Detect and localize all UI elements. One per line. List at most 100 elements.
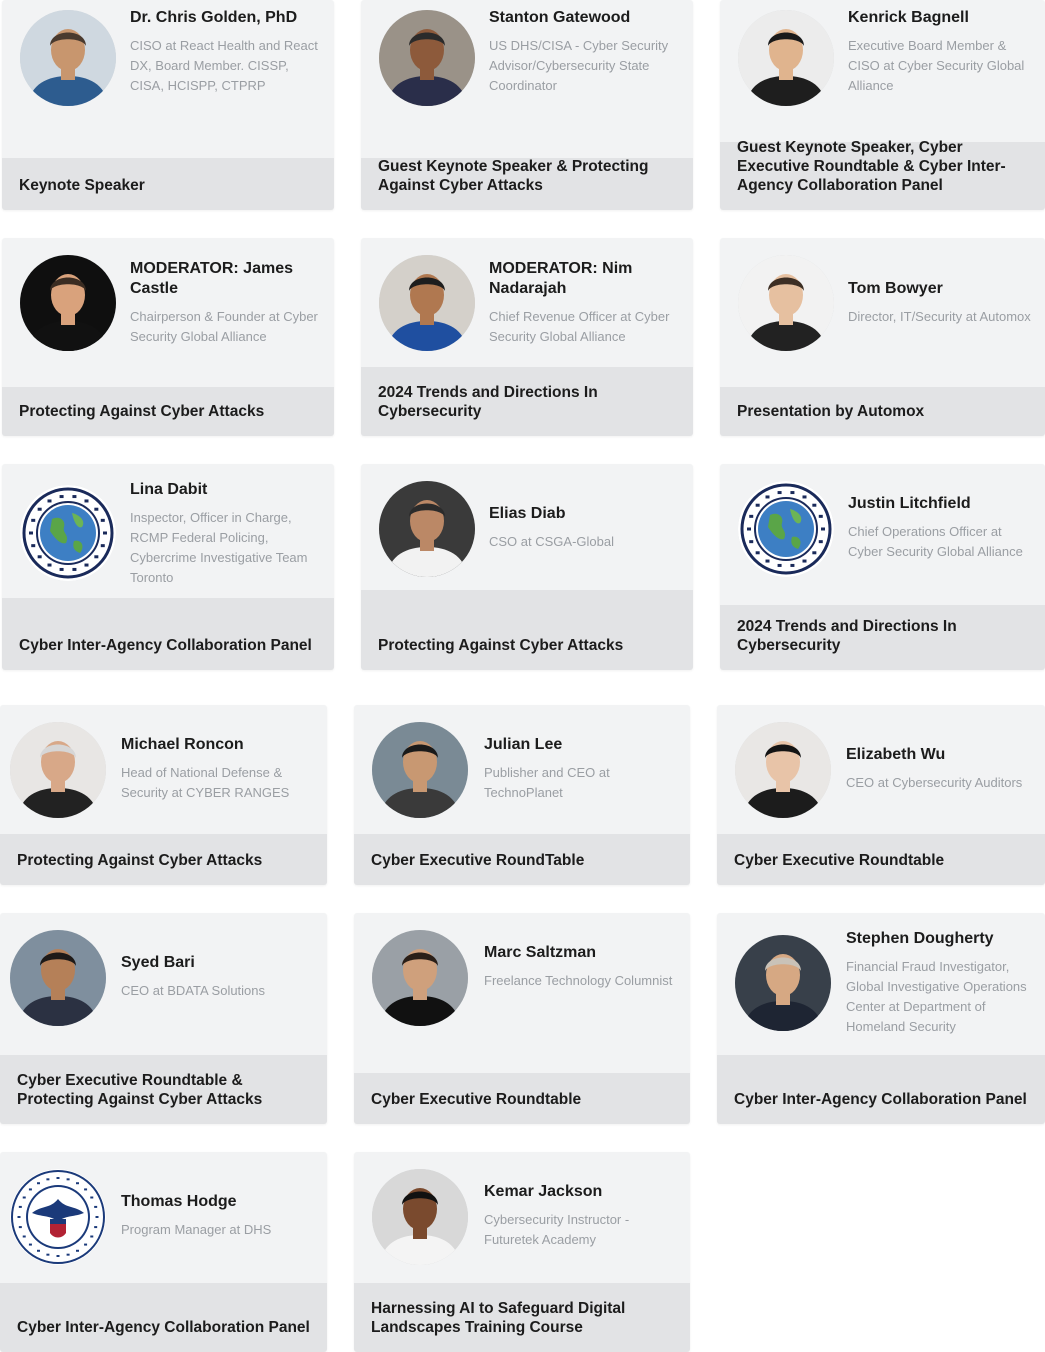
speaker-title: US DHS/CISA - Cyber Security Advisor/Cyb… — [489, 38, 669, 93]
speaker-card[interactable]: Thomas Hodge Program Manager at DHS Cyber … — [0, 1152, 327, 1352]
speaker-name: Dr. Chris Golden, PhD — [130, 9, 298, 26]
speaker-name: Thomas Hodge — [121, 1193, 237, 1210]
speaker-name: Stephen Dougherty — [846, 930, 994, 947]
session-title: Cyber Inter-Agency Collaboration Panel — [734, 1091, 1027, 1108]
session-footer: Guest Keynote Speaker & Protecting Again… — [361, 158, 693, 210]
speaker-avatar — [738, 481, 834, 577]
speaker-card[interactable]: MODERATOR: Nim Nadarajah Chief Revenue Of… — [361, 238, 693, 436]
speaker-info: Michael Roncon Head of National Defense &… — [121, 735, 319, 803]
speaker-card[interactable]: Lina Dabit Inspector, Officer in Charge, … — [2, 464, 334, 670]
session-title: Keynote Speaker — [19, 177, 145, 194]
session-footer: Protecting Against Cyber Attacks — [361, 590, 693, 670]
speaker-title: Inspector, Officer in Charge, RCMP Feder… — [130, 510, 308, 585]
speaker-card[interactable]: Kenrick Bagnell Executive Board Member & … — [720, 0, 1045, 210]
session-title: Cyber Inter-Agency Collaboration Panel — [19, 637, 312, 654]
speaker-avatar — [735, 722, 831, 818]
session-footer: 2024 Trends and Directions In Cybersecur… — [361, 367, 693, 436]
speaker-card[interactable]: Justin Litchfield Chief Operations Office… — [720, 464, 1045, 670]
session-footer: Guest Keynote Speaker, Cyber Executive R… — [720, 139, 1045, 210]
speaker-info: Kenrick Bagnell Executive Board Member & … — [848, 8, 1037, 96]
session-title: Guest Keynote Speaker, Cyber Executive R… — [737, 139, 1006, 194]
speaker-info: MODERATOR: Nim Nadarajah Chief Revenue Of… — [489, 259, 685, 347]
speaker-title: Publisher and CEO at TechnoPlanet — [484, 765, 610, 800]
person-photo-icon — [20, 10, 116, 106]
speaker-avatar — [738, 255, 834, 351]
speaker-info: Kemar Jackson Cybersecurity Instructor - … — [484, 1182, 682, 1250]
session-footer: Cyber Executive RoundTable — [354, 834, 690, 885]
session-footer: Cyber Inter-Agency Collaboration Panel — [0, 1283, 327, 1352]
speaker-name: Justin Litchfield — [848, 495, 971, 512]
speaker-title: CEO at Cybersecurity Auditors — [846, 775, 1023, 790]
session-footer: Cyber Executive Roundtable — [354, 1073, 690, 1124]
speaker-name: MODERATOR: James Castle — [130, 260, 293, 297]
speaker-card[interactable]: Stephen Dougherty Financial Fraud Investi… — [717, 913, 1045, 1124]
speaker-avatar — [20, 255, 116, 351]
speaker-title: Program Manager at DHS — [121, 1222, 272, 1237]
speaker-card[interactable]: Tom Bowyer Director, IT/Security at Autom… — [720, 238, 1045, 436]
dhs-seal-icon — [10, 1169, 106, 1265]
session-title: Guest Keynote Speaker & Protecting Again… — [378, 158, 649, 194]
speaker-card[interactable]: Syed Bari CEO at BDATA Solutions Cyber Exe… — [0, 913, 327, 1124]
speaker-info: Thomas Hodge Program Manager at DHS — [121, 1192, 319, 1240]
speaker-title: Chairperson & Founder at Cyber Security … — [130, 309, 318, 344]
speaker-name: MODERATOR: Nim Nadarajah — [489, 260, 633, 297]
speaker-name: Kenrick Bagnell — [848, 9, 969, 26]
person-photo-icon — [379, 10, 475, 106]
speaker-name: Elizabeth Wu — [846, 746, 946, 763]
session-footer: Cyber Inter-Agency Collaboration Panel — [717, 1055, 1045, 1124]
speaker-title: Executive Board Member & CISO at Cyber S… — [848, 38, 1025, 93]
speaker-avatar — [379, 255, 475, 351]
speaker-avatar — [372, 722, 468, 818]
speaker-card[interactable]: Elias Diab CSO at CSGA-Global Protecting A… — [361, 464, 693, 670]
session-footer: Harnessing AI to Safeguard Digital Lands… — [354, 1283, 690, 1352]
speaker-card[interactable]: MODERATOR: James Castle Chairperson & Fou… — [2, 238, 334, 436]
speaker-card[interactable]: Julian Lee Publisher and CEO at TechnoPla… — [354, 705, 690, 885]
speaker-card[interactable]: Marc Saltzman Freelance Technology Column… — [354, 913, 690, 1124]
person-photo-icon — [379, 255, 475, 351]
speaker-card[interactable]: Kemar Jackson Cybersecurity Instructor - … — [354, 1152, 690, 1352]
speaker-info: Stanton Gatewood US DHS/CISA - Cyber Secu… — [489, 8, 685, 96]
person-photo-icon — [379, 481, 475, 577]
speaker-title: CISO at React Health and React DX, Board… — [130, 38, 318, 93]
speaker-info: Tom Bowyer Director, IT/Security at Autom… — [848, 279, 1037, 327]
session-footer: Cyber Executive Roundtable — [717, 834, 1045, 885]
speaker-avatar — [20, 10, 116, 106]
speaker-title: Chief Revenue Officer at Cyber Security … — [489, 309, 670, 344]
session-title: Cyber Executive Roundtable & Protecting … — [17, 1072, 263, 1108]
person-photo-icon — [372, 722, 468, 818]
speaker-title: Financial Fraud Investigator, Global Inv… — [846, 959, 1027, 1034]
speaker-info: Syed Bari CEO at BDATA Solutions — [121, 953, 319, 1001]
speaker-name: Tom Bowyer — [848, 280, 943, 297]
speaker-avatar — [372, 1169, 468, 1265]
speaker-card[interactable]: Stanton Gatewood US DHS/CISA - Cyber Secu… — [361, 0, 693, 210]
person-photo-icon — [372, 930, 468, 1026]
speaker-name: Syed Bari — [121, 954, 195, 971]
speaker-avatar — [738, 10, 834, 106]
speaker-name: Julian Lee — [484, 736, 563, 753]
speaker-title: Chief Operations Officer at Cyber Securi… — [848, 524, 1023, 559]
speaker-card[interactable]: Michael Roncon Head of National Defense &… — [0, 705, 327, 885]
speaker-avatar — [735, 935, 831, 1031]
session-title: Harnessing AI to Safeguard Digital Lands… — [371, 1300, 626, 1336]
session-footer: Keynote Speaker — [2, 158, 334, 210]
speaker-avatar — [10, 1169, 106, 1265]
speaker-avatar — [379, 481, 475, 577]
speaker-name: Stanton Gatewood — [489, 9, 631, 26]
person-photo-icon — [10, 722, 106, 818]
session-title: Protecting Against Cyber Attacks — [19, 403, 265, 420]
speaker-title: CEO at BDATA Solutions — [121, 983, 266, 998]
speaker-avatar — [20, 485, 116, 581]
speaker-info: MODERATOR: James Castle Chairperson & Fou… — [130, 259, 326, 347]
speaker-title: CSO at CSGA-Global — [489, 534, 614, 549]
speaker-avatar — [379, 10, 475, 106]
session-footer: Presentation by Automox — [720, 387, 1045, 436]
session-title: Cyber Executive RoundTable — [371, 852, 585, 869]
speaker-card[interactable]: Elizabeth Wu CEO at Cybersecurity Auditor… — [717, 705, 1045, 885]
session-footer: Protecting Against Cyber Attacks — [2, 387, 334, 436]
speaker-name: Marc Saltzman — [484, 944, 597, 961]
person-photo-icon — [735, 722, 831, 818]
speaker-card[interactable]: Dr. Chris Golden, PhD CISO at React Healt… — [2, 0, 334, 210]
person-photo-icon — [372, 1169, 468, 1265]
session-footer: 2024 Trends and Directions In Cybersecur… — [720, 605, 1045, 670]
speaker-name: Elias Diab — [489, 505, 566, 522]
